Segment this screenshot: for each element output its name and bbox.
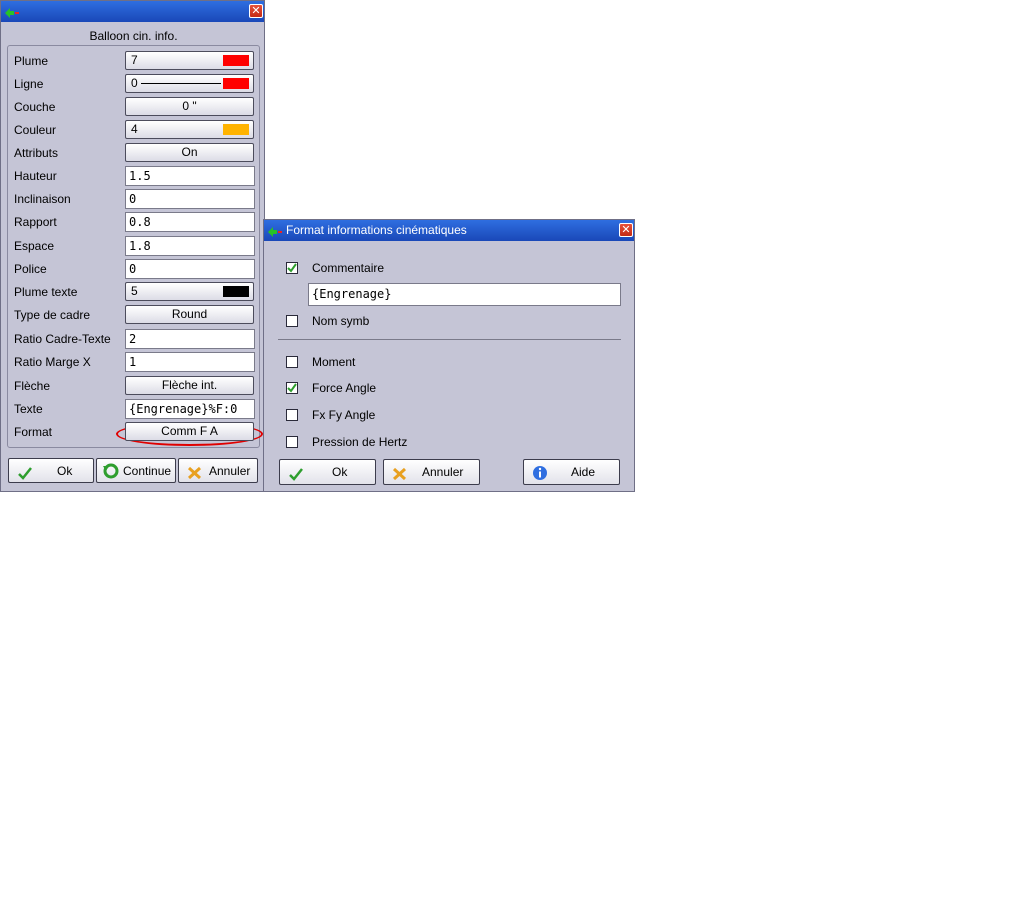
app-icon	[267, 224, 283, 245]
window-title: Format informations cinématiques	[286, 223, 467, 237]
help-button[interactable]: Aide	[523, 459, 620, 485]
espace-input[interactable]: 1.8	[125, 236, 255, 256]
couleur-label: Couleur	[14, 123, 57, 137]
ligne-value: 0	[131, 76, 138, 90]
attributs-label: Attributs	[14, 146, 59, 160]
cancel-label: Annuler	[209, 464, 251, 478]
commentaire-input[interactable]: {Engrenage}	[308, 283, 621, 306]
moment-checkbox[interactable]	[286, 356, 298, 368]
type-de-cadre-label: Type de cadre	[14, 308, 91, 322]
attributs-value: On	[181, 145, 198, 159]
x-icon	[392, 465, 408, 489]
cancel-label: Annuler	[422, 465, 464, 479]
cancel-button[interactable]: Annuler	[178, 458, 258, 483]
couche-label: Couche	[14, 100, 56, 114]
couche-value: 0 "	[182, 99, 197, 113]
dialog-heading: Balloon cin. info.	[89, 29, 178, 43]
force-angle-label: Force Angle	[312, 381, 377, 395]
ratio-cadre-texte-label: Ratio Cadre-Texte	[14, 332, 111, 346]
line-style-icon	[141, 83, 221, 84]
rapport-label: Rapport	[14, 215, 57, 229]
nom-symb-checkbox[interactable]	[286, 315, 298, 327]
ok-label: Ok	[57, 464, 73, 478]
inclinaison-input[interactable]: 0	[125, 189, 255, 209]
refresh-icon	[102, 463, 120, 487]
plume-label: Plume	[14, 54, 49, 68]
moment-label: Moment	[312, 355, 356, 369]
color-swatch	[223, 55, 249, 66]
close-button[interactable]: ✕	[249, 4, 263, 18]
continue-label: Continue	[123, 464, 172, 478]
checkmark-icon	[287, 263, 297, 273]
hauteur-label: Hauteur	[14, 169, 57, 183]
nom-symb-label: Nom symb	[312, 314, 370, 328]
checkmark-icon	[287, 383, 297, 393]
attributs-button[interactable]: On	[125, 143, 254, 162]
texte-label: Texte	[14, 402, 43, 416]
plume-texte-label: Plume texte	[14, 285, 78, 299]
balloon-dialog-titlebar[interactable]: ✕	[1, 1, 264, 22]
commentaire-label: Commentaire	[312, 261, 385, 275]
continue-button[interactable]: Continue	[96, 458, 176, 483]
couche-button[interactable]: 0 "	[125, 97, 254, 116]
texte-input[interactable]: {Engrenage}%F:0	[125, 399, 255, 419]
inclinaison-label: Inclinaison	[14, 192, 71, 206]
ratio-marge-x-input[interactable]: 1	[125, 352, 255, 372]
ok-button[interactable]: Ok	[8, 458, 94, 483]
type-de-cadre-button[interactable]: Round	[125, 305, 254, 324]
color-swatch	[223, 286, 249, 297]
x-icon	[187, 464, 203, 488]
color-swatch	[223, 124, 249, 135]
format-label: Format	[14, 425, 53, 439]
color-swatch	[223, 78, 249, 89]
plume-value: 7	[131, 53, 138, 67]
force-angle-checkbox[interactable]	[286, 382, 298, 394]
pression-hertz-checkbox[interactable]	[286, 436, 298, 448]
police-label: Police	[14, 262, 47, 276]
fleche-value: Flèche int.	[161, 378, 218, 392]
espace-label: Espace	[14, 239, 55, 253]
fleche-button[interactable]: Flèche int.	[125, 376, 254, 395]
format-dialog-titlebar[interactable]: Format informations cinématiques ✕	[264, 220, 634, 241]
balloon-dialog: ✕ Balloon cin. info. Ok Continue Annuler…	[0, 0, 265, 492]
divider	[278, 339, 621, 340]
info-icon	[532, 465, 548, 489]
fx-fy-angle-checkbox[interactable]	[286, 409, 298, 421]
ligne-button[interactable]: 0	[125, 74, 254, 93]
couleur-button[interactable]: 4	[125, 120, 254, 139]
pression-hertz-label: Pression de Hertz	[312, 435, 408, 449]
couleur-value: 4	[131, 122, 138, 136]
fx-fy-angle-label: Fx Fy Angle	[312, 408, 376, 422]
fleche-label: Flèche	[14, 379, 51, 393]
help-label: Aide	[571, 465, 596, 479]
ratio-marge-x-label: Ratio Marge X	[14, 355, 91, 369]
commentaire-checkbox[interactable]	[286, 262, 298, 274]
check-icon	[17, 464, 33, 488]
app-icon	[4, 5, 20, 26]
rapport-input[interactable]: 0.8	[125, 212, 255, 232]
format-dialog: Format informations cinématiques ✕ Comme…	[263, 219, 635, 492]
check-icon	[288, 465, 304, 489]
ratio-cadre-texte-input[interactable]: 2	[125, 329, 255, 349]
ligne-label: Ligne	[14, 77, 44, 91]
close-button[interactable]: ✕	[619, 223, 633, 237]
ok-label: Ok	[332, 465, 348, 479]
police-input[interactable]: 0	[125, 259, 255, 279]
ok-button[interactable]: Ok	[279, 459, 376, 485]
type-de-cadre-value: Round	[171, 307, 208, 321]
cancel-button[interactable]: Annuler	[383, 459, 480, 485]
plume-texte-button[interactable]: 5	[125, 282, 254, 301]
plume-texte-value: 5	[131, 284, 138, 298]
format-value: Comm F A	[161, 424, 218, 438]
hauteur-input[interactable]: 1.5	[125, 166, 255, 186]
plume-button[interactable]: 7	[125, 51, 254, 70]
format-button[interactable]: Comm F A	[125, 422, 254, 441]
